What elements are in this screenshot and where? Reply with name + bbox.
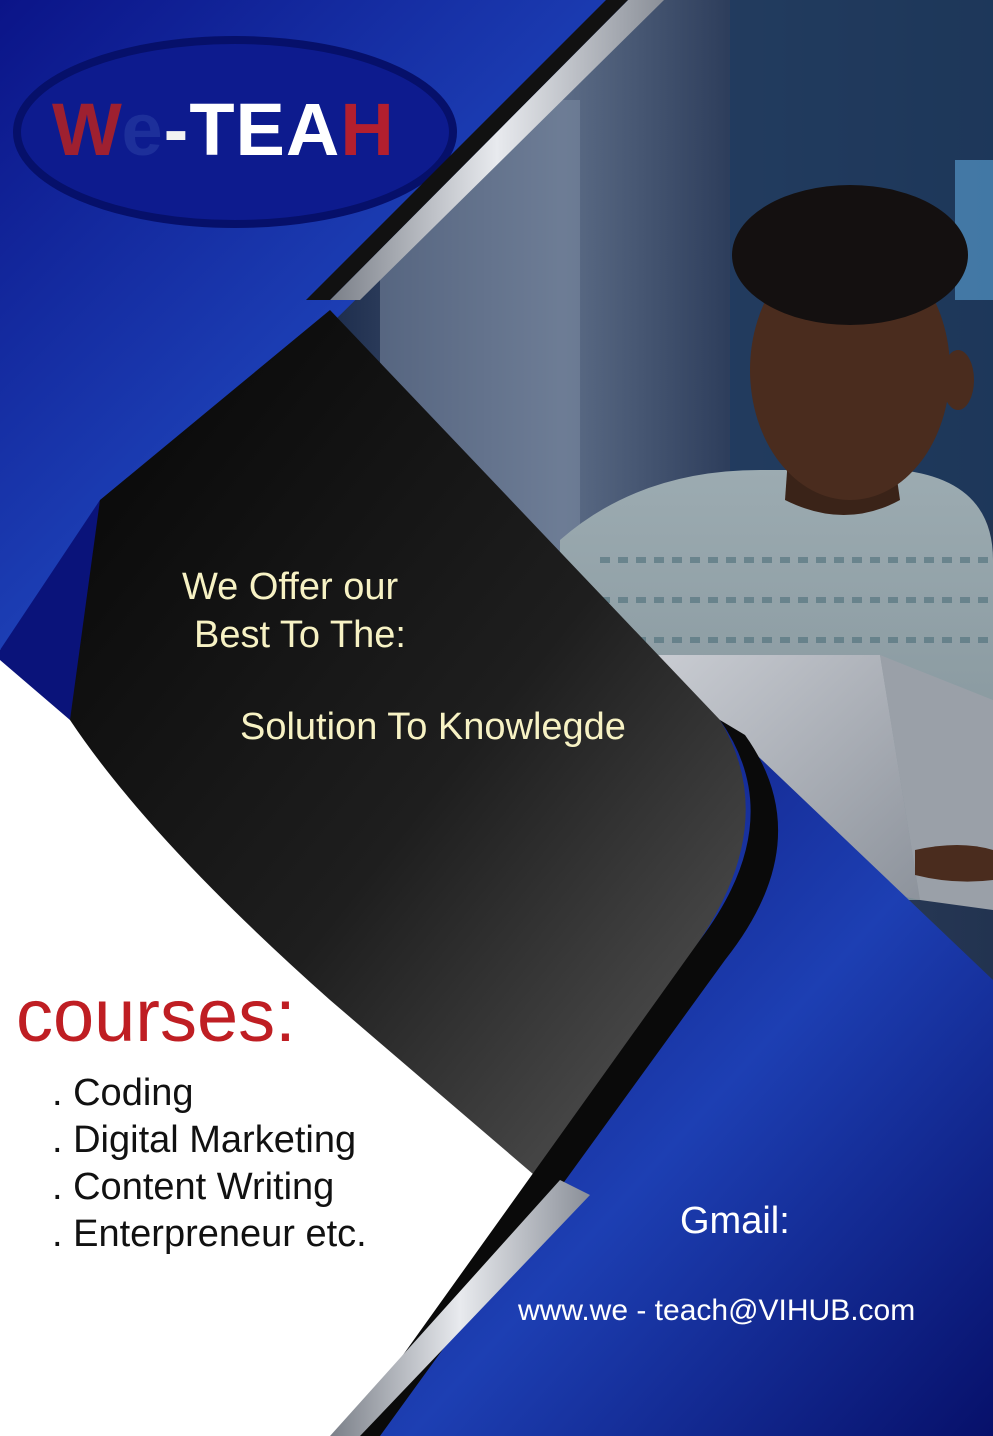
course-list: . Coding . Digital Marketing . Content W… <box>52 1070 367 1258</box>
brand-logo: We-TEAH <box>52 90 395 170</box>
contact-label: Gmail: <box>680 1200 790 1242</box>
poster: We-TEAH We Offer our Best To The: Soluti… <box>0 0 993 1436</box>
course-item-content-writing: . Content Writing <box>52 1166 335 1208</box>
logo-letter-w: W <box>52 88 122 171</box>
course-item-enterpreneur: . Enterpreneur etc. <box>52 1213 367 1255</box>
courses-heading: courses: <box>16 974 296 1057</box>
logo-letter-h: H <box>340 88 395 171</box>
course-item-coding: . Coding <box>52 1072 194 1114</box>
offer-line-1: We Offer our <box>182 566 399 608</box>
logo-letter-e: e <box>121 88 164 171</box>
offer-line-2: Best To The: <box>194 614 406 656</box>
logo-letters-tea: TEA <box>189 88 341 171</box>
contact-email: www.we - teach@VIHUB.com <box>518 1294 916 1327</box>
logo-dash: - <box>163 88 190 171</box>
course-item-digital-marketing: . Digital Marketing <box>52 1119 357 1161</box>
tagline: Solution To Knowlegde <box>240 706 626 748</box>
